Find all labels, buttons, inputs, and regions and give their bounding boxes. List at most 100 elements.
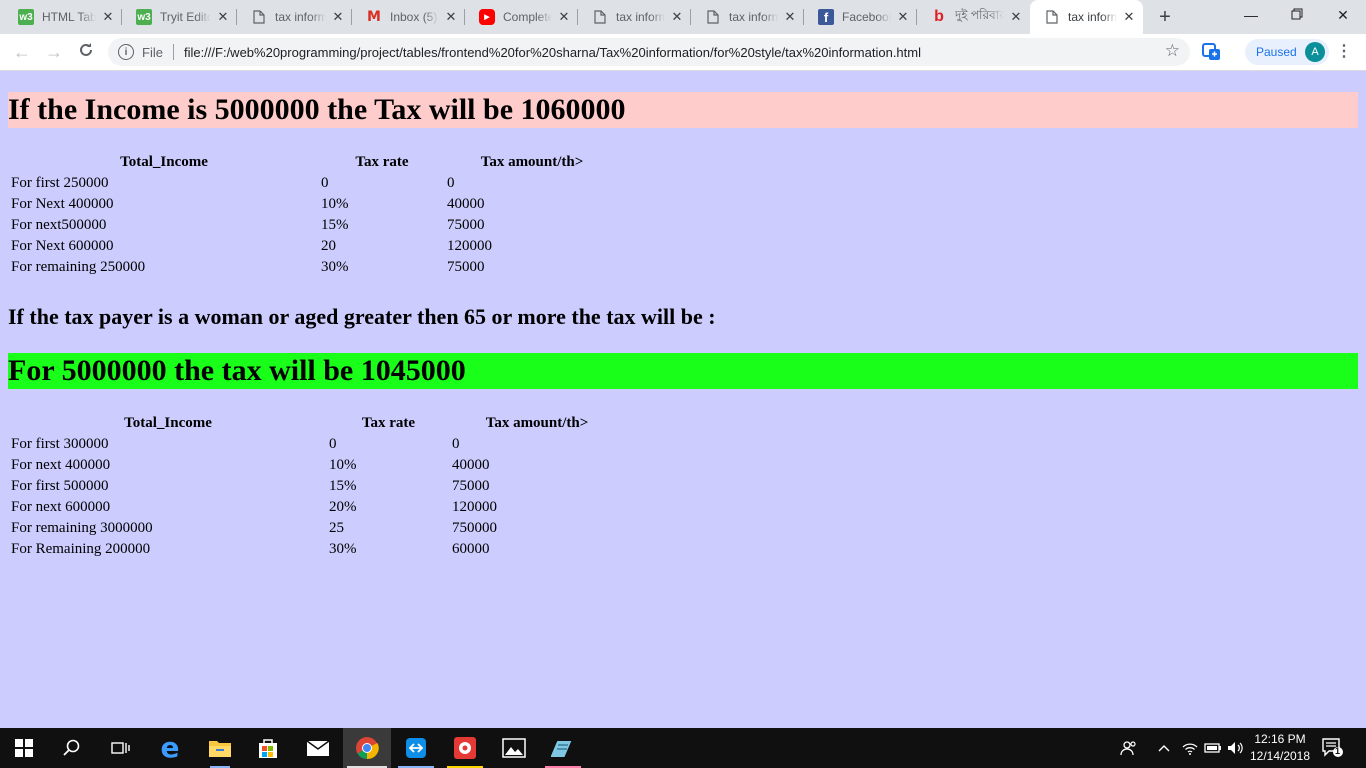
tab-tax-information-1[interactable]: tax information ✕ xyxy=(237,0,352,34)
chevron-up-icon[interactable] xyxy=(1158,728,1170,768)
new-tab-icon[interactable]: + xyxy=(1154,6,1176,28)
close-icon[interactable]: ✕ xyxy=(100,9,116,25)
back-icon[interactable]: ← xyxy=(10,40,34,64)
notepad-icon[interactable] xyxy=(539,728,587,768)
table-cell: For first 500000 xyxy=(11,478,109,494)
tab-tax-information-active[interactable]: tax information ✕ xyxy=(1030,0,1143,34)
table-cell: For remaining 250000 xyxy=(11,259,146,275)
table-row: For Next 400000 10% 40000 xyxy=(10,195,618,214)
table-row: For first 500000 15% 75000 xyxy=(10,477,623,496)
close-icon[interactable]: ✕ xyxy=(215,9,231,25)
address-bar[interactable]: i File file:///F:/web%20programming/proj… xyxy=(108,38,1190,66)
tab-inbox[interactable]: M Inbox (5) ✕ xyxy=(352,0,465,34)
tab-tax-information-2[interactable]: tax information ✕ xyxy=(578,0,691,34)
volume-icon[interactable] xyxy=(1227,728,1243,768)
table-cell: For Next 400000 xyxy=(11,196,114,212)
document-icon xyxy=(592,9,608,25)
edge-icon[interactable]: e xyxy=(146,728,194,768)
table-row: For first 250000 0 0 xyxy=(10,174,618,193)
table-cell: 750000 xyxy=(452,520,497,536)
close-icon[interactable]: ✕ xyxy=(782,9,798,25)
forward-icon[interactable]: → xyxy=(42,40,66,64)
table-row: For first 300000 0 0 xyxy=(10,435,623,454)
table-cell: 75000 xyxy=(452,478,490,494)
table-cell: For next 400000 xyxy=(11,457,111,473)
table-cell: For Remaining 200000 xyxy=(11,541,151,557)
info-icon[interactable]: i xyxy=(118,44,134,60)
column-header: Tax rate xyxy=(361,415,416,431)
table-row: For next 600000 20% 120000 xyxy=(10,498,623,517)
close-icon[interactable]: ✕ xyxy=(330,9,346,25)
notification-center-icon[interactable]: 1 xyxy=(1322,738,1344,758)
teamviewer-icon[interactable] xyxy=(392,728,440,768)
tab-youtube[interactable]: ▶ Complete ✕ xyxy=(465,0,578,34)
tab-title: Tryit Editor xyxy=(160,10,211,24)
table-row: For remaining 3000000 25 750000 xyxy=(10,519,623,538)
close-icon[interactable]: ✕ xyxy=(1121,9,1137,25)
b-icon: b xyxy=(934,8,944,25)
tab-tax-information-3[interactable]: tax information ✕ xyxy=(691,0,804,34)
tab-title: tax information xyxy=(616,10,665,24)
tab-html-tables[interactable]: w3 HTML Tables ✕ xyxy=(4,0,122,34)
battery-icon[interactable] xyxy=(1204,728,1222,768)
wifi-icon[interactable] xyxy=(1182,728,1198,768)
table-row: For Next 600000 20 120000 xyxy=(10,237,618,256)
table-cell: 25 xyxy=(329,520,344,536)
table-cell: 15% xyxy=(329,478,357,494)
bookmark-star-icon[interactable]: ☆ xyxy=(1165,41,1180,61)
url-text[interactable]: file:///F:/web%20programming/project/tab… xyxy=(184,45,921,60)
people-icon[interactable] xyxy=(1120,728,1138,768)
minimize-icon[interactable]: — xyxy=(1228,0,1274,30)
column-header: Total_Income xyxy=(124,415,212,431)
chrome-icon[interactable] xyxy=(343,728,391,768)
task-view-icon[interactable] xyxy=(96,728,144,768)
browser-toolbar: ← → i File file:///F:/web%20programming/… xyxy=(0,34,1366,71)
heading-income-tax: If the Income is 5000000 the Tax will be… xyxy=(8,92,1358,128)
column-header: Tax rate xyxy=(355,154,409,170)
profile-paused-button[interactable]: Paused A xyxy=(1245,39,1329,65)
system-clock[interactable]: 12:16 PM 12/14/2018 xyxy=(1248,731,1312,765)
tab-title: HTML Tables xyxy=(42,10,96,24)
tab-tryit-editor[interactable]: w3 Tryit Editor ✕ xyxy=(122,0,237,34)
photos-icon[interactable] xyxy=(490,728,538,768)
windows-start-icon[interactable] xyxy=(0,728,48,768)
tab-title: Inbox (5) xyxy=(390,10,438,24)
table-row: For remaining 250000 30% 75000 xyxy=(10,258,618,277)
tax-table-woman-senior: Total_Income Tax rate Tax amount/th> For… xyxy=(8,412,625,561)
close-icon[interactable]: ✕ xyxy=(669,9,685,25)
reload-icon[interactable] xyxy=(74,40,98,64)
table-cell: 40000 xyxy=(447,196,485,212)
w3schools-icon: w3 xyxy=(18,9,34,25)
tab-strip: w3 HTML Tables ✕ w3 Tryit Editor ✕ tax i… xyxy=(0,0,1366,34)
close-icon[interactable]: ✕ xyxy=(443,9,459,25)
close-window-icon[interactable]: ✕ xyxy=(1320,0,1366,30)
mail-icon[interactable] xyxy=(294,728,342,768)
table-cell: 20% xyxy=(329,499,357,515)
media-player-icon[interactable] xyxy=(441,728,489,768)
table-row: For Remaining 200000 30% 60000 xyxy=(10,540,623,559)
avatar: A xyxy=(1305,42,1325,62)
tab-bengali-page[interactable]: b দুই পরিবার ✕ xyxy=(917,0,1030,34)
table-cell: 20 xyxy=(321,238,336,254)
document-icon xyxy=(1044,9,1060,25)
table-cell: For next500000 xyxy=(11,217,107,233)
menu-icon[interactable]: ⋮ xyxy=(1336,42,1352,62)
table-cell: 40000 xyxy=(452,457,490,473)
restore-icon[interactable] xyxy=(1274,0,1320,30)
extension-icon[interactable] xyxy=(1202,43,1222,61)
document-icon xyxy=(251,9,267,25)
table-cell: For remaining 3000000 xyxy=(11,520,153,536)
close-icon[interactable]: ✕ xyxy=(895,9,911,25)
column-header: Tax amount/th> xyxy=(480,154,584,170)
close-icon[interactable]: ✕ xyxy=(1008,9,1024,25)
tab-facebook[interactable]: f Facebook ✕ xyxy=(804,0,917,34)
table-cell: 0 xyxy=(321,175,329,191)
store-icon[interactable] xyxy=(244,728,292,768)
table-row: For next 400000 10% 40000 xyxy=(10,456,623,475)
file-explorer-icon[interactable] xyxy=(196,728,244,768)
search-icon[interactable] xyxy=(48,728,96,768)
column-header: Total_Income xyxy=(120,154,208,170)
clock-time: 12:16 PM xyxy=(1254,732,1306,746)
table-header-row: Total_Income Tax rate Tax amount/th> xyxy=(10,153,618,172)
close-icon[interactable]: ✕ xyxy=(556,9,572,25)
